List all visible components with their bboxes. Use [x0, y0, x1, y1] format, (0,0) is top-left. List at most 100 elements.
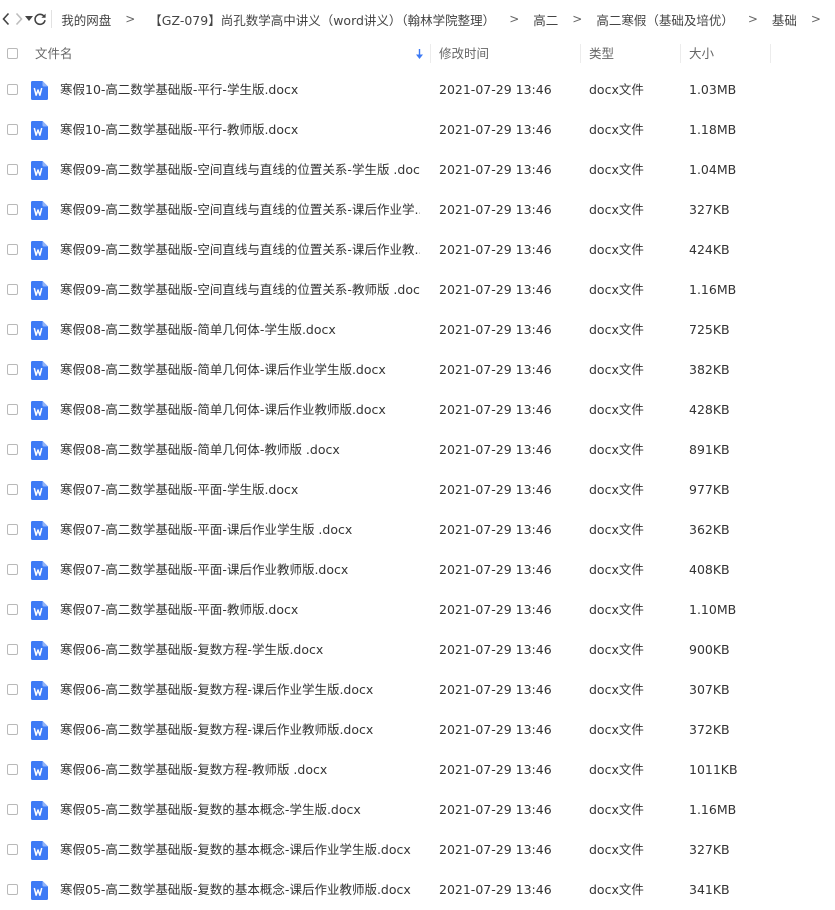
row-checkbox[interactable]: [7, 284, 18, 295]
sort-descending-icon[interactable]: [415, 48, 424, 63]
file-row[interactable]: 寒假07-高二数学基础版-平面-课后作业教师版.docx2021-07-29 1…: [0, 550, 835, 590]
row-checkbox[interactable]: [7, 164, 18, 175]
row-checkbox[interactable]: [7, 324, 18, 335]
word-doc-icon: [31, 321, 48, 340]
file-modified-time: 2021-07-29 13:46: [439, 830, 552, 870]
file-row[interactable]: 寒假09-高二数学基础版-空间直线与直线的位置关系-课后作业教...2021-0…: [0, 230, 835, 270]
file-row[interactable]: 寒假07-高二数学基础版-平面-学生版.docx 2021-07-29 13:46…: [0, 470, 835, 510]
file-name[interactable]: 寒假07-高二数学基础版-平面-学生版.docx: [60, 470, 420, 510]
word-doc-icon: [31, 401, 48, 420]
row-checkbox[interactable]: [7, 404, 18, 415]
file-row[interactable]: 寒假06-高二数学基础版-复数方程-课后作业学生版.docx 2021-07-29…: [0, 670, 835, 710]
row-checkbox[interactable]: [7, 564, 18, 575]
file-name[interactable]: 寒假05-高二数学基础版-复数的基本概念-学生版.docx: [60, 790, 420, 830]
file-name[interactable]: 寒假05-高二数学基础版-复数的基本概念-课后作业教师版.docx: [60, 870, 420, 910]
column-divider[interactable]: [430, 44, 431, 63]
row-checkbox[interactable]: [7, 684, 18, 695]
file-row[interactable]: 寒假05-高二数学基础版-复数的基本概念-学生版.docx 2021-07-29 …: [0, 790, 835, 830]
file-row[interactable]: 寒假08-高二数学基础版-简单几何体-学生版.docx 2021-07-29 13…: [0, 310, 835, 350]
select-all-checkbox[interactable]: [7, 48, 18, 59]
row-checkbox[interactable]: [7, 124, 18, 135]
file-modified-time: 2021-07-29 13:46: [439, 670, 552, 710]
file-row[interactable]: 寒假10-高二数学基础版-平行-教师版.docx2021-07-29 13:46…: [0, 110, 835, 150]
row-checkbox[interactable]: [7, 244, 18, 255]
file-name[interactable]: 寒假08-高二数学基础版-简单几何体-教师版 .docx: [60, 430, 420, 470]
file-name[interactable]: 寒假06-高二数学基础版-复数方程-学生版.docx: [60, 630, 420, 670]
breadcrumb-item[interactable]: 我的网盘: [61, 10, 111, 29]
file-name[interactable]: 寒假06-高二数学基础版-复数方程-教师版 .docx: [60, 750, 420, 790]
breadcrumb-item[interactable]: 高二: [533, 10, 558, 29]
word-doc-icon: [31, 81, 48, 100]
row-checkbox[interactable]: [7, 364, 18, 375]
forward-button[interactable]: [13, 0, 25, 38]
file-name[interactable]: 寒假06-高二数学基础版-复数方程-课后作业学生版.docx: [60, 670, 420, 710]
file-name[interactable]: 寒假08-高二数学基础版-简单几何体-课后作业学生版.docx: [60, 350, 420, 390]
file-row[interactable]: 寒假05-高二数学基础版-复数的基本概念-课后作业学生版.docx 2021-07…: [0, 830, 835, 870]
history-dropdown-button[interactable]: [25, 0, 33, 38]
file-name[interactable]: 寒假07-高二数学基础版-平面-教师版.docx: [60, 590, 420, 630]
row-checkbox[interactable]: [7, 204, 18, 215]
file-name[interactable]: 寒假10-高二数学基础版-平行-学生版.docx: [60, 70, 420, 110]
row-checkbox[interactable]: [7, 604, 18, 615]
file-row[interactable]: 寒假10-高二数学基础版-平行-学生版.docx2021-07-29 13:46…: [0, 70, 835, 110]
file-row[interactable]: 寒假08-高二数学基础版-简单几何体-教师版 .docx2021-07-29 1…: [0, 430, 835, 470]
file-name[interactable]: 寒假10-高二数学基础版-平行-教师版.docx: [60, 110, 420, 150]
file-row[interactable]: 寒假09-高二数学基础版-空间直线与直线的位置关系-教师版 .docx2021-…: [0, 270, 835, 310]
file-modified-time: 2021-07-29 13:46: [439, 790, 552, 830]
file-name[interactable]: 寒假09-高二数学基础版-空间直线与直线的位置关系-课后作业学...: [60, 190, 420, 230]
breadcrumb-separator: >: [125, 12, 135, 26]
file-name[interactable]: 寒假08-高二数学基础版-简单几何体-学生版.docx: [60, 310, 420, 350]
file-row[interactable]: 寒假06-高二数学基础版-复数方程-学生版.docx2021-07-29 13:…: [0, 630, 835, 670]
file-type: docx文件: [589, 110, 644, 150]
column-divider[interactable]: [580, 44, 581, 63]
file-size: 1011KB: [689, 750, 738, 790]
column-header-type[interactable]: 类型: [589, 38, 614, 69]
row-checkbox[interactable]: [7, 524, 18, 535]
file-row[interactable]: 寒假05-高二数学基础版-复数的基本概念-课后作业教师版.docx2021-07…: [0, 870, 835, 910]
file-size: 362KB: [689, 510, 730, 550]
refresh-icon: [33, 12, 47, 26]
file-row[interactable]: 寒假08-高二数学基础版-简单几何体-课后作业教师版.docx2021-07-2…: [0, 390, 835, 430]
file-name[interactable]: 寒假07-高二数学基础版-平面-课后作业教师版.docx: [60, 550, 420, 590]
file-size: 327KB: [689, 830, 730, 870]
refresh-button[interactable]: [33, 0, 47, 38]
file-name[interactable]: 寒假08-高二数学基础版-简单几何体-课后作业教师版.docx: [60, 390, 420, 430]
file-row[interactable]: 寒假08-高二数学基础版-简单几何体-课后作业学生版.docx2021-07-2…: [0, 350, 835, 390]
file-row[interactable]: 寒假09-高二数学基础版-空间直线与直线的位置关系-学生版 .docx2021-…: [0, 150, 835, 190]
row-checkbox[interactable]: [7, 884, 18, 895]
row-checkbox[interactable]: [7, 84, 18, 95]
file-type: docx文件: [589, 550, 644, 590]
back-button[interactable]: [0, 0, 13, 38]
column-header-size[interactable]: 大小: [689, 38, 714, 69]
file-row[interactable]: 寒假06-高二数学基础版-复数方程-教师版 .docx2021-07-29 13…: [0, 750, 835, 790]
row-checkbox[interactable]: [7, 484, 18, 495]
breadcrumb-item[interactable]: 基础: [772, 10, 797, 29]
file-row[interactable]: 寒假06-高二数学基础版-复数方程-课后作业教师版.docx2021-07-29…: [0, 710, 835, 750]
row-checkbox[interactable]: [7, 644, 18, 655]
column-header-modified[interactable]: 修改时间: [439, 38, 489, 69]
row-checkbox[interactable]: [7, 724, 18, 735]
file-name[interactable]: 寒假07-高二数学基础版-平面-课后作业学生版 .docx: [60, 510, 420, 550]
file-modified-time: 2021-07-29 13:46: [439, 470, 552, 510]
row-checkbox[interactable]: [7, 764, 18, 775]
breadcrumb-item[interactable]: 【GZ-079】尚孔数学高中讲义（word讲义）（翰林学院整理）: [149, 10, 495, 29]
row-checkbox[interactable]: [7, 444, 18, 455]
file-name[interactable]: 寒假05-高二数学基础版-复数的基本概念-课后作业学生版.docx: [60, 830, 420, 870]
file-name[interactable]: 寒假06-高二数学基础版-复数方程-课后作业教师版.docx: [60, 710, 420, 750]
file-modified-time: 2021-07-29 13:46: [439, 310, 552, 350]
file-name[interactable]: 寒假09-高二数学基础版-空间直线与直线的位置关系-课后作业教...: [60, 230, 420, 270]
column-divider[interactable]: [680, 44, 681, 63]
file-type: docx文件: [589, 310, 644, 350]
file-name[interactable]: 寒假09-高二数学基础版-空间直线与直线的位置关系-教师版 .docx: [60, 270, 420, 310]
row-checkbox[interactable]: [7, 844, 18, 855]
file-name[interactable]: 寒假09-高二数学基础版-空间直线与直线的位置关系-学生版 .docx: [60, 150, 420, 190]
file-type: docx文件: [589, 350, 644, 390]
file-row[interactable]: 寒假07-高二数学基础版-平面-教师版.docx2021-07-29 13:46…: [0, 590, 835, 630]
column-header-name[interactable]: 文件名: [35, 38, 73, 69]
file-row[interactable]: 寒假09-高二数学基础版-空间直线与直线的位置关系-课后作业学...2021-0…: [0, 190, 835, 230]
file-row[interactable]: 寒假07-高二数学基础版-平面-课后作业学生版 .docx2021-07-29 …: [0, 510, 835, 550]
breadcrumb-item[interactable]: 高二寒假（基础及培优）: [596, 10, 734, 29]
word-doc-icon: [31, 641, 48, 660]
row-checkbox[interactable]: [7, 804, 18, 815]
column-divider[interactable]: [770, 44, 771, 63]
